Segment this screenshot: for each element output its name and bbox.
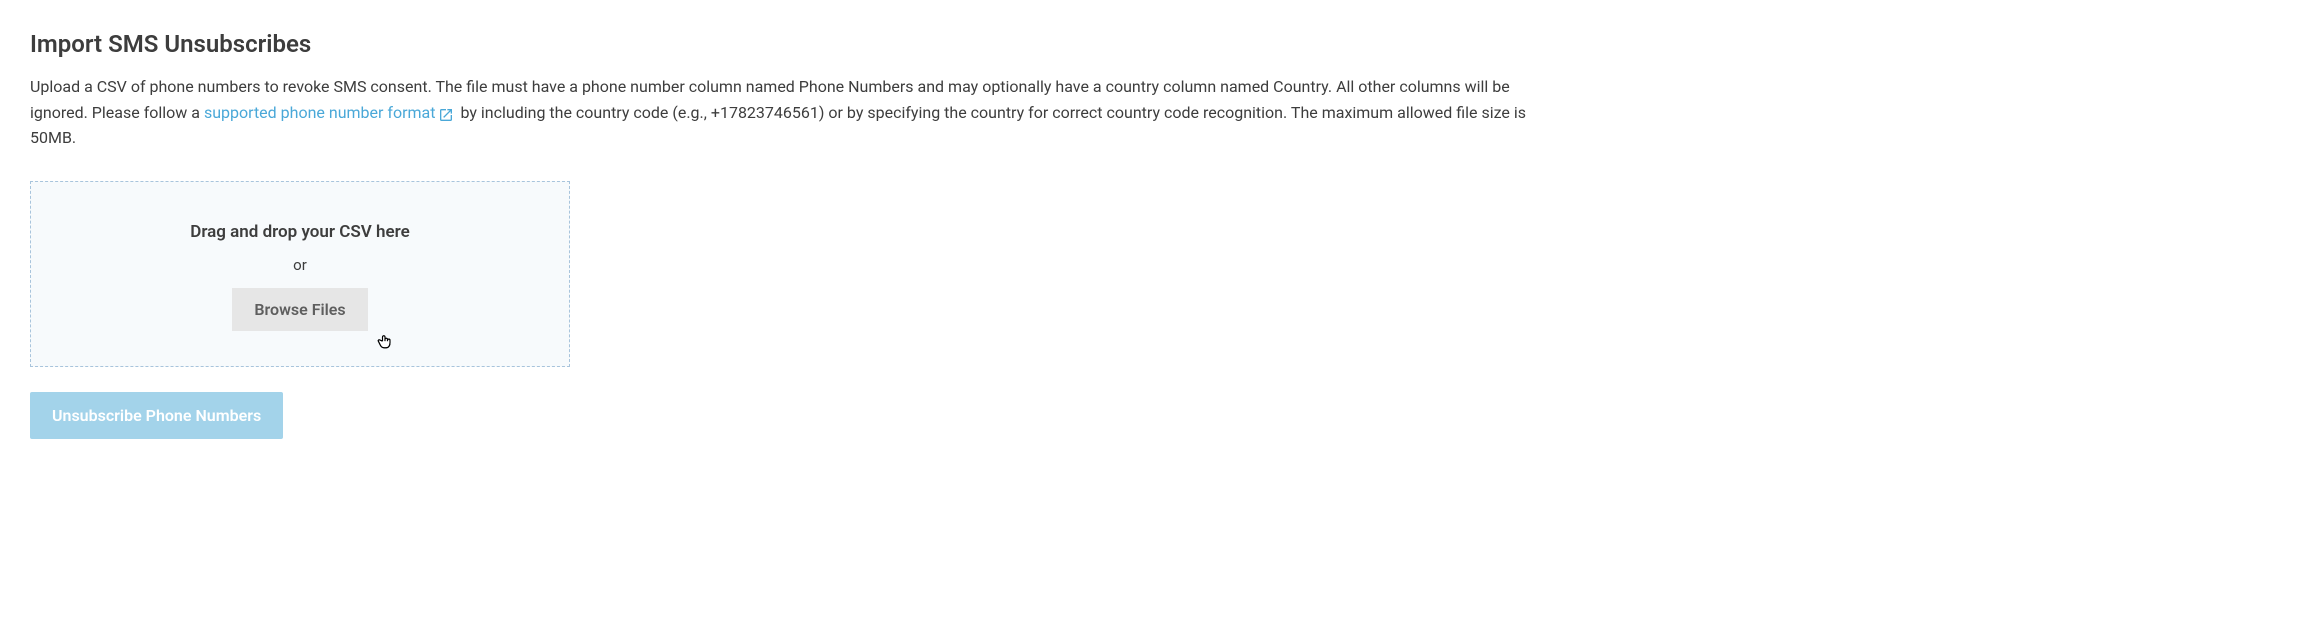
dropzone-title: Drag and drop your CSV here xyxy=(51,222,549,242)
link-text: supported phone number format xyxy=(204,103,436,122)
supported-format-link[interactable]: supported phone number format xyxy=(204,103,457,122)
pointer-cursor-icon xyxy=(375,332,395,352)
file-dropzone[interactable]: Drag and drop your CSV here or Browse Fi… xyxy=(30,181,570,367)
external-link-icon xyxy=(438,105,454,121)
page-title: Import SMS Unsubscribes xyxy=(30,30,2290,58)
page-description: Upload a CSV of phone numbers to revoke … xyxy=(30,74,1530,151)
browse-files-button[interactable]: Browse Files xyxy=(232,288,367,331)
dropzone-or-text: or xyxy=(51,256,549,274)
unsubscribe-submit-button[interactable]: Unsubscribe Phone Numbers xyxy=(30,392,283,439)
